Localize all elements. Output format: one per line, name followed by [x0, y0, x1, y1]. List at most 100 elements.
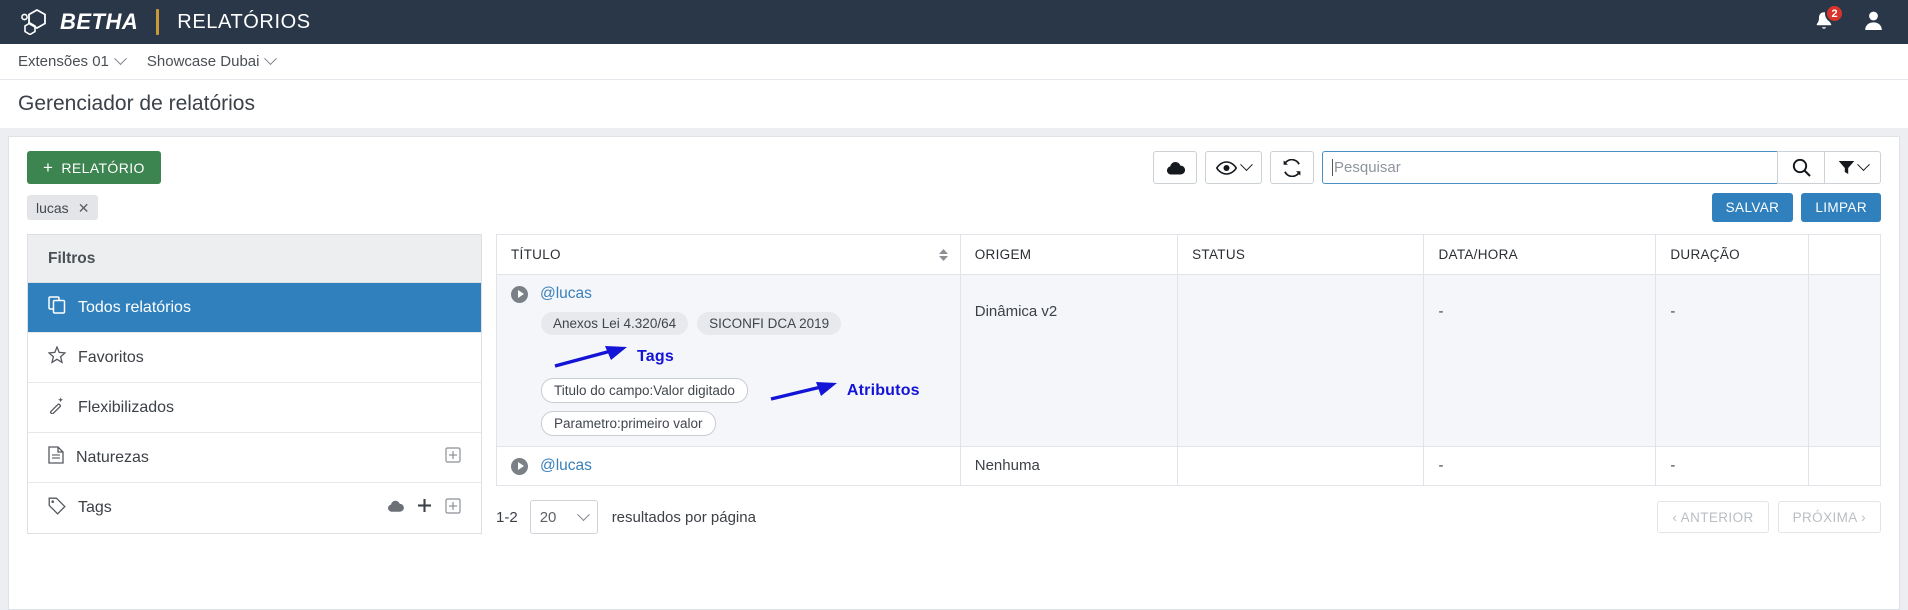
betha-hexagon-logo-icon [20, 8, 50, 36]
column-header-duracao[interactable]: DURAÇÃO [1655, 234, 1809, 275]
column-header-origem[interactable]: ORIGEM [959, 234, 1179, 275]
sidebar-item-label: Favoritos [78, 348, 144, 366]
table-header-row: TÍTULO ORIGEM STATUS DATA/HORA DURAÇÃO [496, 234, 1882, 275]
toolbar-controls: Pesquisar [1153, 151, 1881, 184]
app-header: BETHA RELATÓRIOS 2 [0, 0, 1908, 44]
column-header-titulo[interactable]: TÍTULO [496, 234, 961, 275]
report-tags: Anexos Lei 4.320/64 SICONFI DCA 2019 Tag… [541, 312, 946, 370]
sidebar-item-favoritos[interactable]: Favoritos [28, 333, 481, 383]
user-avatar-icon [1865, 11, 1882, 30]
toolbar: + RELATÓRIO lucas ✕ Pesquisar SALVAR LIM… [27, 151, 1881, 222]
result-range: 1-2 [496, 508, 518, 526]
filters-header: Filtros [28, 235, 481, 283]
report-attributes: Titulo do campo:Valor digitado Atributos [541, 378, 946, 403]
report-title-link[interactable]: @lucas [540, 457, 592, 475]
run-report-button[interactable] [511, 457, 528, 475]
tag-chip[interactable]: SICONFI DCA 2019 [697, 312, 842, 335]
search-placeholder: Pesquisar [1334, 159, 1401, 176]
funnel-icon [1838, 161, 1854, 174]
cell-status [1177, 274, 1425, 447]
pagination-buttons: ‹ ANTERIOR PRÓXIMA › [1657, 501, 1881, 533]
previous-page-button[interactable]: ‹ ANTERIOR [1657, 501, 1769, 533]
table-row[interactable]: @lucas Anexos Lei 4.320/64 SICONFI DCA 2… [496, 274, 1882, 447]
arrow-right-icon [770, 381, 837, 401]
notifications-button[interactable]: 2 [1813, 4, 1844, 34]
report-title-line: @lucas [511, 457, 946, 475]
search-button[interactable] [1777, 151, 1825, 184]
reports-table: TÍTULO ORIGEM STATUS DATA/HORA DURAÇÃO @… [496, 234, 1882, 486]
sidebar-item-naturezas[interactable]: Naturezas [28, 433, 481, 483]
add-report-button[interactable]: + RELATÓRIO [27, 151, 161, 184]
next-page-button[interactable]: PRÓXIMA › [1777, 501, 1881, 533]
star-icon [47, 345, 67, 369]
sidebar-item-todos-relatorios[interactable]: Todos relatórios [28, 283, 481, 333]
plus-icon: + [43, 158, 54, 177]
page-title-bar: Gerenciador de relatórios [0, 80, 1908, 128]
refresh-button[interactable] [1270, 151, 1314, 184]
close-icon[interactable]: ✕ [78, 201, 90, 215]
cell-titulo: @lucas Anexos Lei 4.320/64 SICONFI DCA 2… [496, 274, 961, 447]
text-cursor [1332, 159, 1333, 176]
chevron-down-icon [264, 52, 278, 66]
table-row[interactable]: @lucas Nenhuma - - [496, 446, 1882, 486]
upload-button[interactable] [1153, 151, 1197, 184]
cell-origem: Dinâmica v2 [959, 274, 1179, 447]
column-header-data-hora[interactable]: DATA/HORA [1423, 234, 1657, 275]
sort-toggle-icon[interactable] [938, 248, 948, 261]
pagination: 1-2 20 resultados por página ‹ ANTERIOR … [496, 500, 1881, 534]
sidebar-item-tags[interactable]: Tags [28, 483, 481, 533]
brand-logo[interactable]: BETHA [20, 8, 139, 36]
main-card: + RELATÓRIO lucas ✕ Pesquisar SALVAR LIM… [8, 136, 1900, 610]
cloud-upload-icon[interactable] [387, 499, 404, 518]
reports-table-wrap: TÍTULO ORIGEM STATUS DATA/HORA DURAÇÃO @… [496, 234, 1882, 534]
content-area: + RELATÓRIO lucas ✕ Pesquisar SALVAR LIM… [0, 128, 1908, 610]
refresh-icon [1283, 158, 1301, 177]
brand-name: BETHA [60, 9, 139, 34]
filter-button[interactable] [1825, 151, 1881, 184]
user-account-button[interactable] [1863, 9, 1884, 36]
cell-duracao: - [1655, 274, 1809, 447]
report-title-link[interactable]: @lucas [540, 285, 592, 303]
chevron-down-icon [114, 52, 127, 66]
filters-sidebar: Filtros Todos relatórios Favoritos Flexi… [27, 234, 482, 534]
sidebar-item-flexibilizados[interactable]: Flexibilizados [28, 383, 481, 433]
per-page-select[interactable]: 20 [529, 500, 598, 534]
expand-plus-box-icon[interactable] [445, 447, 461, 468]
attribute-chip[interactable]: Parametro:primeiro valor [541, 411, 716, 436]
run-report-button[interactable] [511, 285, 528, 303]
tag-icon [48, 497, 66, 520]
annotation-label: Tags [637, 348, 674, 365]
breadcrumb-item-entity[interactable]: Showcase Dubai [146, 52, 278, 70]
breadcrumb-item-organization[interactable]: Extensões 01 [18, 52, 127, 70]
cell-actions [1807, 274, 1882, 447]
report-title-line: @lucas [511, 285, 946, 303]
add-report-label: RELATÓRIO [61, 159, 145, 176]
filter-chip-user[interactable]: lucas ✕ [27, 195, 99, 220]
page-title: Gerenciador de relatórios [18, 92, 255, 115]
eye-icon [1216, 160, 1237, 175]
annotation-attributes: Atributos [769, 379, 920, 403]
sidebar-item-label: Todos relatórios [78, 298, 191, 316]
toolbar-right: Pesquisar SALVAR LIMPAR [1153, 151, 1881, 222]
sidebar-item-label: Naturezas [76, 448, 149, 466]
column-header-status[interactable]: STATUS [1177, 234, 1425, 275]
chevron-down-icon [1240, 158, 1253, 172]
annotation-tags: Tags [553, 344, 674, 370]
header-divider [156, 9, 160, 35]
cell-data-hora: - [1423, 446, 1657, 486]
clear-button[interactable]: LIMPAR [1801, 193, 1881, 222]
cell-origem: Nenhuma [959, 446, 1179, 486]
expand-plus-box-icon[interactable] [445, 497, 461, 519]
column-header-label: TÍTULO [511, 247, 561, 262]
tag-chip[interactable]: Anexos Lei 4.320/64 [541, 312, 689, 335]
column-header-actions [1807, 234, 1882, 275]
header-actions: 2 [1813, 4, 1888, 36]
breadcrumb-label: Showcase Dubai [146, 53, 260, 70]
arrow-right-icon [554, 346, 627, 368]
save-button[interactable]: SALVAR [1711, 193, 1794, 222]
magic-wand-icon [48, 396, 66, 419]
add-tag-plus-icon[interactable] [417, 498, 432, 518]
search-input[interactable]: Pesquisar [1322, 151, 1777, 184]
attribute-chip[interactable]: Titulo do campo:Valor digitado [541, 378, 748, 403]
visibility-button[interactable] [1205, 151, 1262, 184]
